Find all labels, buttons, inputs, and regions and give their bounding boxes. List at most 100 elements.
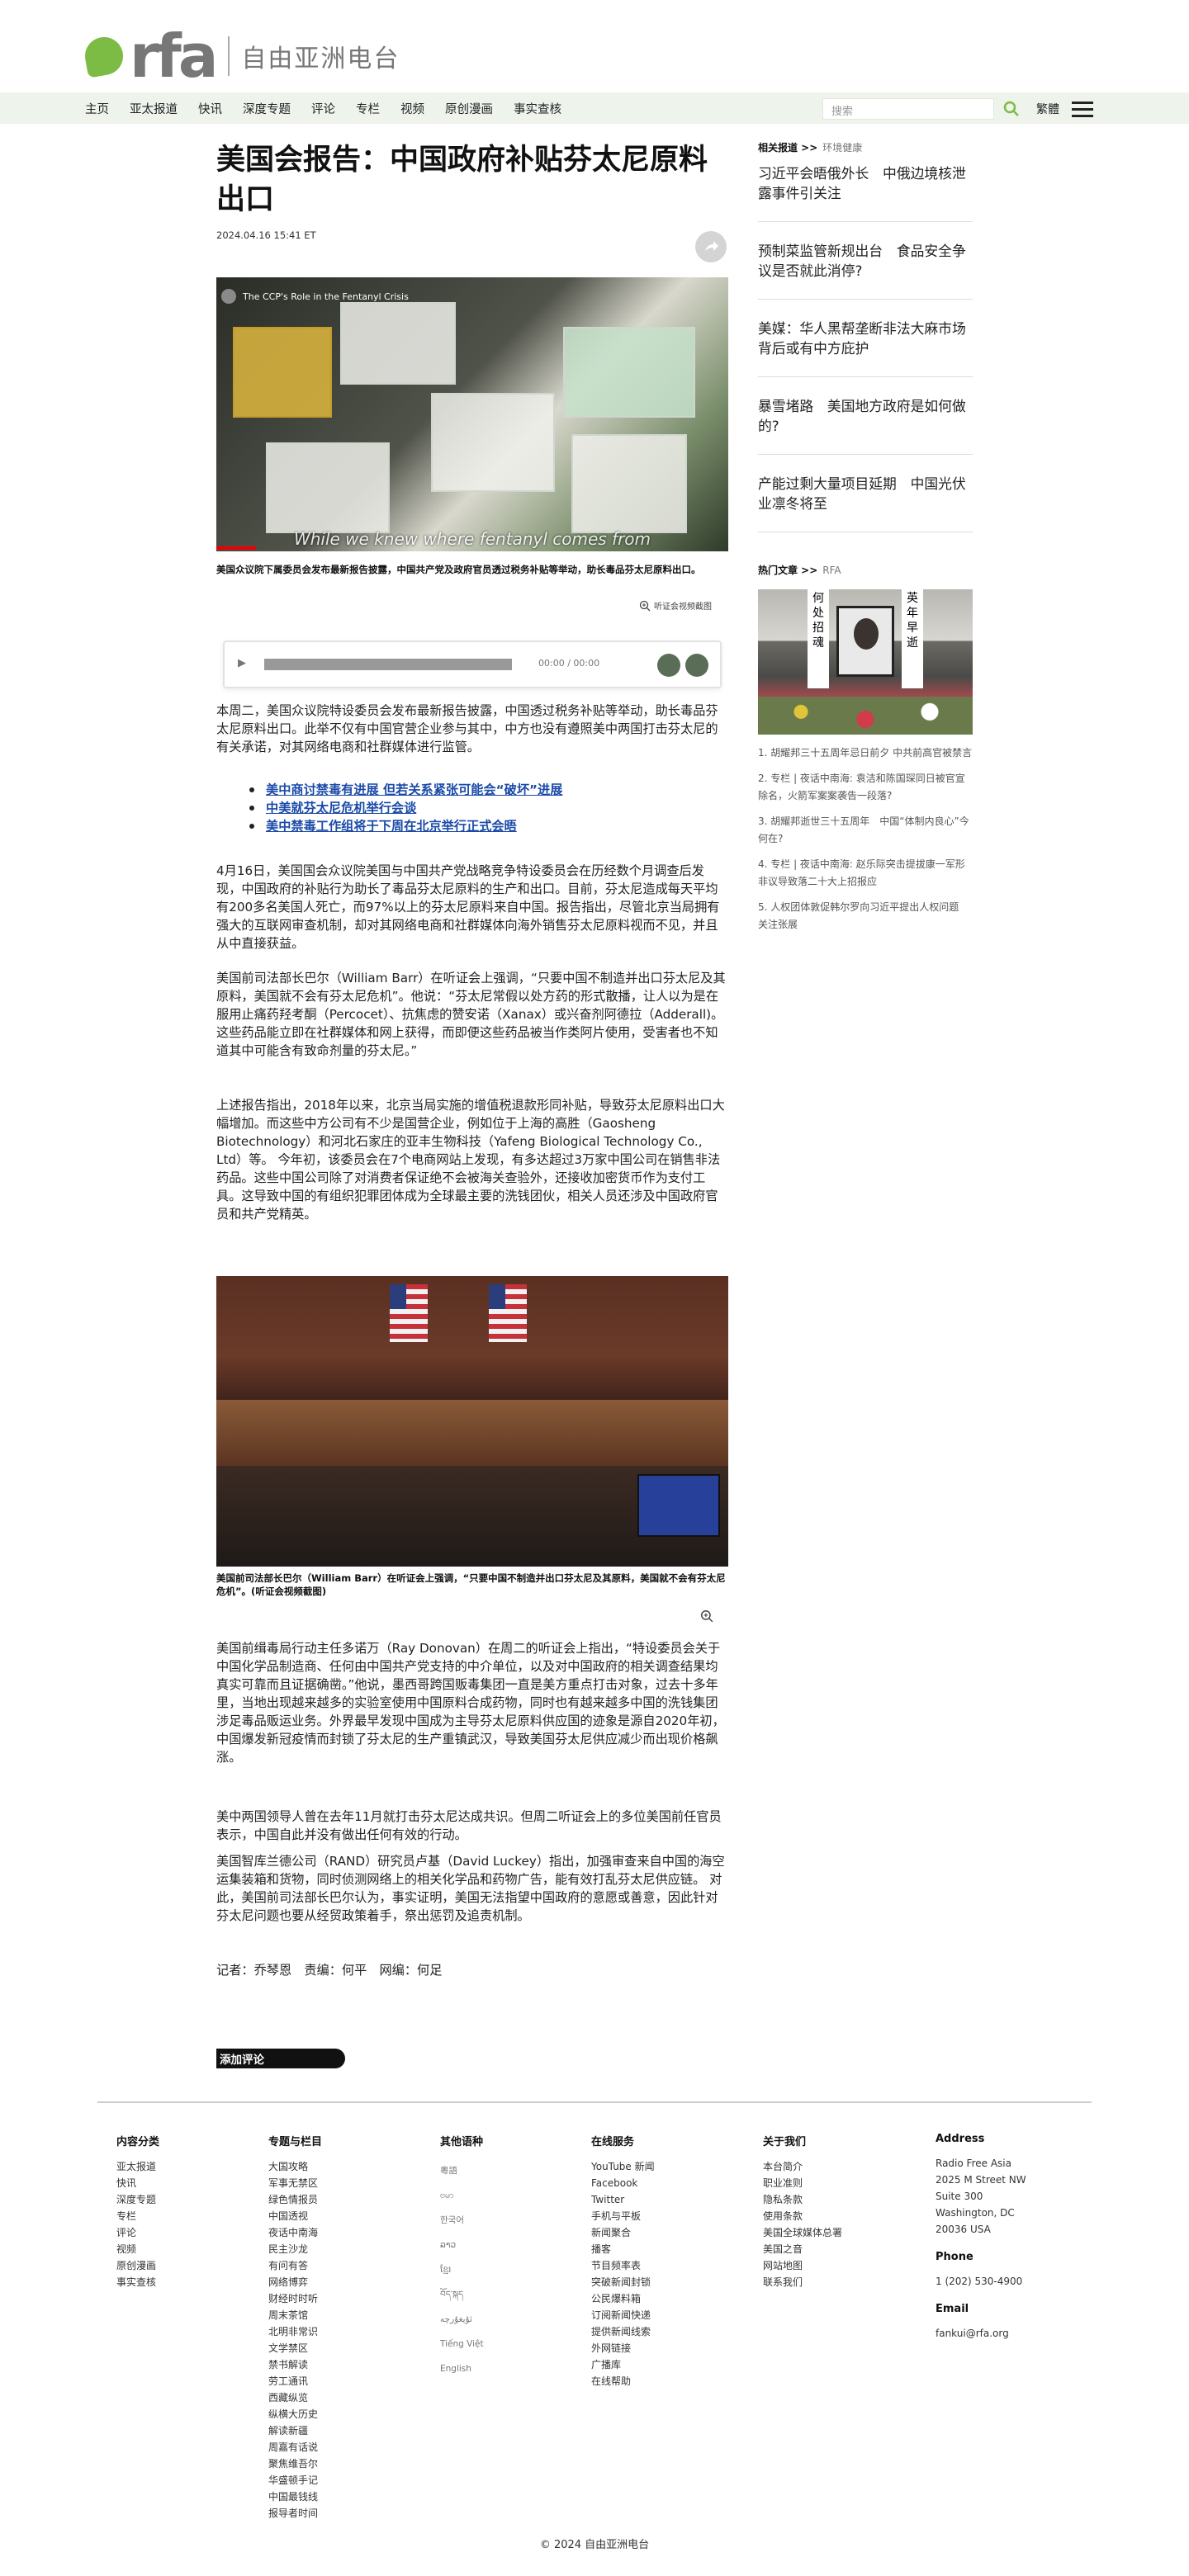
footer-link[interactable]: 美国之音 bbox=[763, 2241, 842, 2257]
footer-link[interactable]: 使用条款 bbox=[763, 2208, 842, 2224]
footer-link[interactable]: 专栏 bbox=[116, 2208, 159, 2224]
sidebar-item[interactable]: 暴雪堵路 美国地方政府是如何做的? bbox=[758, 396, 973, 436]
rfa-logo[interactable]: rfa 自由亚洲电台 bbox=[82, 26, 400, 86]
footer-link[interactable]: 民主沙龙 bbox=[268, 2241, 322, 2257]
play-icon[interactable]: ▶ bbox=[238, 657, 249, 669]
nav-item[interactable]: 事实查核 bbox=[514, 100, 561, 117]
footer-link[interactable]: 视频 bbox=[116, 2241, 159, 2257]
sidebar-item[interactable]: 预制菜监管新规出台 食品安全争议是否就此消停? bbox=[758, 241, 973, 281]
footer-link[interactable]: 夜话中南海 bbox=[268, 2224, 322, 2241]
footer-link[interactable]: 提供新闻线索 bbox=[591, 2323, 655, 2340]
footer-link[interactable]: 公民爆料箱 bbox=[591, 2290, 655, 2307]
related-head[interactable]: 相关报道 >> 环境健康 bbox=[758, 140, 973, 154]
language-toggle[interactable]: 繁體 bbox=[1036, 101, 1059, 117]
footer-link[interactable]: 职业准则 bbox=[763, 2175, 842, 2191]
footer-link[interactable]: 美国全球媒体总署 bbox=[763, 2224, 842, 2241]
footer-link[interactable]: 禁书解读 bbox=[268, 2356, 322, 2373]
nav-item[interactable]: 快讯 bbox=[198, 100, 222, 117]
footer-link[interactable]: 深度专题 bbox=[116, 2191, 159, 2208]
footer-link[interactable]: 中国最钱线 bbox=[268, 2489, 322, 2505]
footer-link[interactable]: 节目频率表 bbox=[591, 2257, 655, 2274]
add-comment-button[interactable]: 添加评论 bbox=[216, 2049, 345, 2068]
footer-link[interactable]: བོད་སྐད bbox=[440, 2282, 484, 2307]
footer-link[interactable]: Tiếng Việt bbox=[440, 2332, 484, 2356]
footer-link[interactable]: 한국어 bbox=[440, 2208, 484, 2233]
sidebar-item[interactable]: 习近平会晤俄外长 中俄边境核泄露事件引关注 bbox=[758, 163, 973, 203]
share-button[interactable] bbox=[695, 231, 727, 262]
nav-item[interactable]: 深度专题 bbox=[243, 100, 291, 117]
footer-link[interactable]: 劳工通讯 bbox=[268, 2373, 322, 2389]
footer-link[interactable]: 报导者时间 bbox=[268, 2505, 322, 2522]
video-player[interactable]: The CCP's Role in the Fentanyl Crisis Wh… bbox=[216, 277, 728, 551]
nav-item[interactable]: 专栏 bbox=[356, 100, 380, 117]
sidebar-item[interactable]: 产能过剩大量项目延期 中国光伏业凛冬将至 bbox=[758, 474, 973, 513]
email[interactable]: fankui@rfa.org bbox=[936, 2325, 1026, 2342]
nav-item[interactable]: 亚太报道 bbox=[130, 100, 178, 117]
footer-link[interactable]: 北明非常识 bbox=[268, 2323, 322, 2340]
footer-link[interactable]: Twitter bbox=[591, 2191, 655, 2208]
footer-link[interactable]: 纵横大历史 bbox=[268, 2406, 322, 2422]
hot-item[interactable]: 4. 专栏 | 夜话中南海: 赵乐际突击提拔康一军形非议导致落二十大上招报应 bbox=[758, 856, 973, 891]
footer-link[interactable]: 订阅新闻快递 bbox=[591, 2307, 655, 2323]
video-progress-bar[interactable] bbox=[216, 546, 256, 550]
footer-link[interactable]: 周嘉有话说 bbox=[268, 2439, 322, 2455]
footer-link[interactable]: 广播库 bbox=[591, 2356, 655, 2373]
footer-link[interactable]: English bbox=[440, 2356, 484, 2381]
hot-image[interactable]: 何处招魂 英年早逝 bbox=[758, 589, 973, 735]
footer-link[interactable]: 军事无禁区 bbox=[268, 2175, 322, 2191]
footer-link[interactable]: 大国攻略 bbox=[268, 2158, 322, 2175]
sidebar-item[interactable]: 美媒：华人黑帮垄断非法大麻市场 背后或有中方庇护 bbox=[758, 319, 973, 358]
hot-head[interactable]: 热门文章 >> RFA bbox=[758, 563, 841, 577]
download-icon[interactable] bbox=[685, 654, 708, 677]
footer-link[interactable]: 解读新疆 bbox=[268, 2422, 322, 2439]
hot-item[interactable]: 3. 胡耀邦逝世三十五周年 中国“体制内良心”今何在? bbox=[758, 813, 973, 848]
footer-link[interactable]: 评论 bbox=[116, 2224, 159, 2241]
footer-link[interactable]: ئۇيغۇرچە bbox=[440, 2307, 484, 2332]
footer-link[interactable]: 西藏纵览 bbox=[268, 2389, 322, 2406]
hot-item[interactable]: 2. 专栏 | 夜话中南海: 袁洁和陈国琛同日被官宣除名，火箭军案案袭告一段落? bbox=[758, 770, 973, 805]
footer-link[interactable]: 新闻聚合 bbox=[591, 2224, 655, 2241]
related-link[interactable]: 中美就芬太尼危机举行会谈 bbox=[249, 799, 712, 817]
nav-item[interactable]: 主页 bbox=[85, 100, 109, 117]
audio-progress[interactable] bbox=[264, 659, 512, 670]
footer-link[interactable]: 播客 bbox=[591, 2241, 655, 2257]
nav-item[interactable]: 原创漫画 bbox=[445, 100, 493, 117]
footer-link[interactable]: 外网链接 bbox=[591, 2340, 655, 2356]
footer-link[interactable]: ဗမာ bbox=[440, 2183, 484, 2208]
related-link[interactable]: 美中商讨禁毒有进展 但若关系紧张可能会“破坏”进展 bbox=[249, 781, 712, 799]
footer-link[interactable]: ខ្មែរ bbox=[440, 2257, 484, 2282]
footer-link[interactable]: 文学禁区 bbox=[268, 2340, 322, 2356]
footer-link[interactable]: 网站地图 bbox=[763, 2257, 842, 2274]
hot-item[interactable]: 5. 人权团体敦促韩尔罗向习近平提出人权问题 关注张展 bbox=[758, 899, 973, 934]
enlarge-link[interactable]: 听证会视频截图 bbox=[639, 599, 712, 612]
footer-link[interactable]: 聚焦维吾尔 bbox=[268, 2455, 322, 2472]
footer-link[interactable]: 亚太报道 bbox=[116, 2158, 159, 2175]
search-icon[interactable] bbox=[1002, 100, 1021, 118]
podcast-icon[interactable] bbox=[657, 654, 680, 677]
footer-link[interactable]: 手机与平板 bbox=[591, 2208, 655, 2224]
footer-link[interactable]: 突破新闻封锁 bbox=[591, 2274, 655, 2290]
footer-link[interactable]: 绿色情报员 bbox=[268, 2191, 322, 2208]
footer-link[interactable]: 事实查核 bbox=[116, 2274, 159, 2290]
footer-link[interactable]: 中国透视 bbox=[268, 2208, 322, 2224]
hot-item[interactable]: 1. 胡耀邦三十五周年忌日前夕 中共前高官被禁言 bbox=[758, 744, 973, 762]
footer-link[interactable]: 财经时时听 bbox=[268, 2290, 322, 2307]
footer-link[interactable]: 网络博弈 bbox=[268, 2274, 322, 2290]
footer-link[interactable]: 联系我们 bbox=[763, 2274, 842, 2290]
footer-link[interactable]: YouTube 新闻 bbox=[591, 2158, 655, 2175]
footer-link[interactable]: 快讯 bbox=[116, 2175, 159, 2191]
footer-link[interactable]: 周末茶馆 bbox=[268, 2307, 322, 2323]
footer-link[interactable]: 原创漫画 bbox=[116, 2257, 159, 2274]
search-input[interactable]: 搜索 bbox=[822, 98, 994, 120]
footer-link[interactable]: ລາວ bbox=[440, 2233, 484, 2257]
footer-link[interactable]: 华盛顿手记 bbox=[268, 2472, 322, 2489]
nav-item[interactable]: 视频 bbox=[400, 100, 424, 117]
zoom-icon[interactable] bbox=[700, 1609, 713, 1623]
footer-link[interactable]: Facebook bbox=[591, 2175, 655, 2191]
phone[interactable]: 1 (202) 530-4900 bbox=[936, 2273, 1026, 2290]
footer-link[interactable]: 隐私条款 bbox=[763, 2191, 842, 2208]
footer-link[interactable]: 有问有答 bbox=[268, 2257, 322, 2274]
menu-icon[interactable] bbox=[1072, 102, 1093, 118]
related-link[interactable]: 美中禁毒工作组将于下周在北京举行正式会晤 bbox=[249, 817, 712, 835]
footer-link[interactable]: 本台简介 bbox=[763, 2158, 842, 2175]
